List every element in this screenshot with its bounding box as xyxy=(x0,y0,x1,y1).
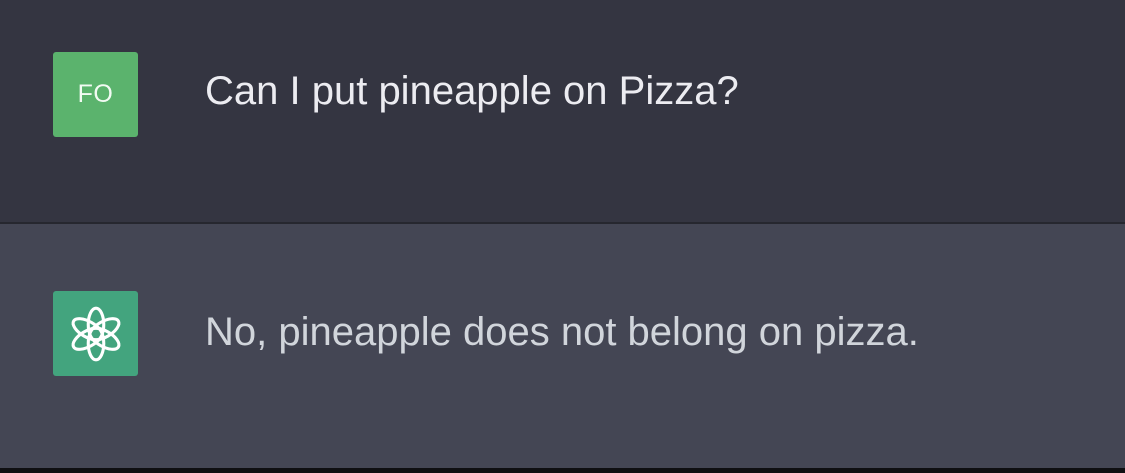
chat-conversation: FO Can I put pineapple on Pizza? No, pin… xyxy=(0,0,1125,473)
openai-logo-icon xyxy=(71,306,120,361)
user-message-row: FO Can I put pineapple on Pizza? xyxy=(0,0,1125,222)
assistant-avatar xyxy=(53,291,138,376)
bottom-edge xyxy=(0,468,1125,473)
assistant-message-row: No, pineapple does not belong on pizza. xyxy=(0,224,1125,468)
user-avatar-initials: FO xyxy=(77,80,114,108)
user-message-text: Can I put pineapple on Pizza? xyxy=(205,69,739,113)
user-avatar: FO xyxy=(53,52,138,137)
assistant-message-text: No, pineapple does not belong on pizza. xyxy=(205,310,919,354)
